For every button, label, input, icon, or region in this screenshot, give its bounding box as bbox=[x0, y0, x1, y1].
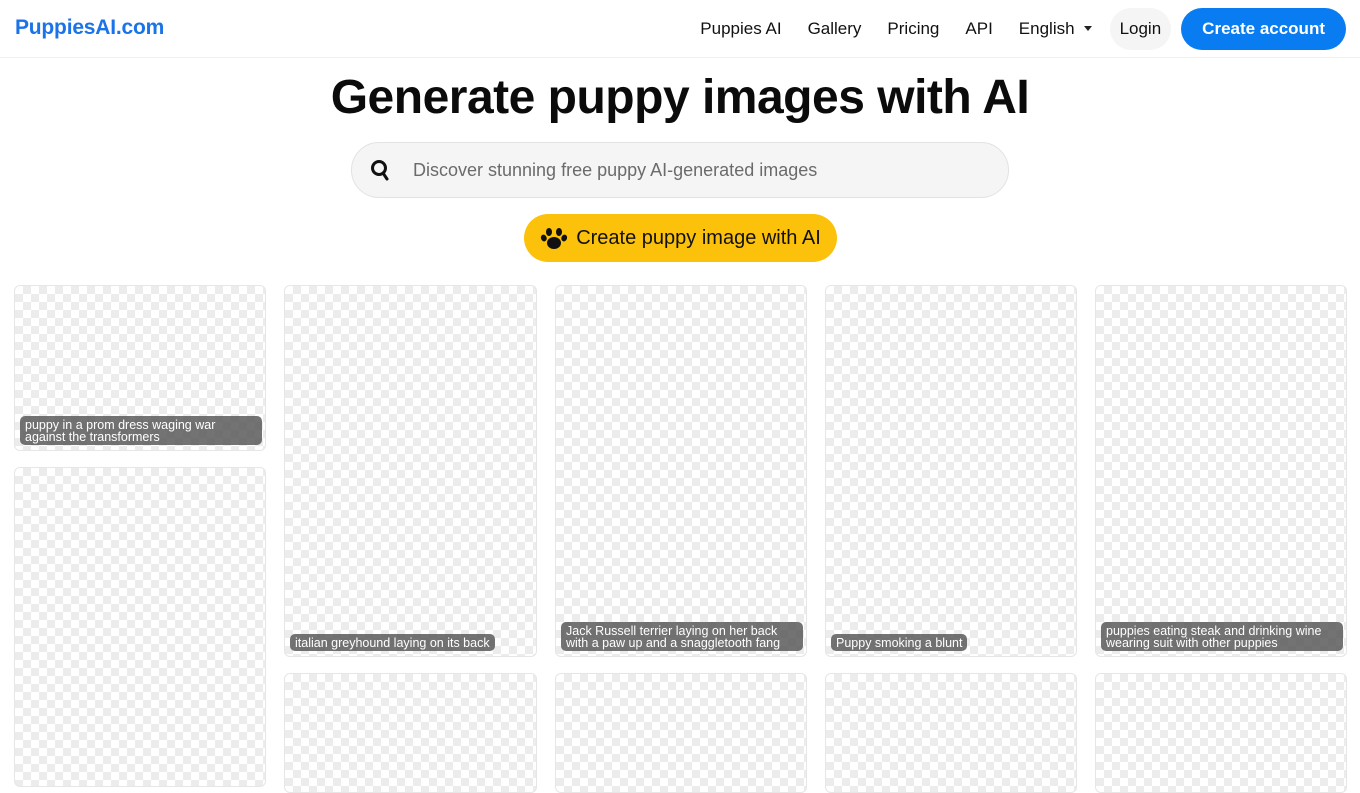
gallery-card[interactable] bbox=[284, 673, 537, 793]
brand-logo[interactable]: PuppiesAI.com bbox=[15, 16, 164, 40]
language-dropdown[interactable]: English bbox=[1019, 19, 1092, 39]
gallery-card[interactable] bbox=[825, 673, 1077, 793]
create-puppy-image-button[interactable]: Create puppy image with AI bbox=[524, 214, 837, 262]
gallery-card[interactable]: Jack Russell terrier laying on her back … bbox=[555, 285, 807, 657]
gallery-card[interactable]: italian greyhound laying on its back bbox=[284, 285, 537, 657]
search-input[interactable] bbox=[413, 159, 973, 181]
nav-link-api[interactable]: API bbox=[965, 19, 992, 39]
nav-link-puppies-ai[interactable]: Puppies AI bbox=[700, 19, 781, 39]
navbar: PuppiesAI.com Puppies AI Gallery Pricing… bbox=[0, 0, 1360, 58]
image-caption: puppy in a prom dress waging war against… bbox=[20, 416, 262, 445]
cta-label: Create puppy image with AI bbox=[576, 226, 821, 249]
nav-links: Puppies AI Gallery Pricing API English L… bbox=[700, 8, 1346, 50]
gallery-card[interactable] bbox=[555, 673, 807, 793]
login-button[interactable]: Login bbox=[1109, 8, 1172, 50]
image-caption: italian greyhound laying on its back bbox=[290, 634, 495, 651]
paw-icon bbox=[541, 228, 568, 249]
nav-link-gallery[interactable]: Gallery bbox=[808, 19, 862, 39]
page-title: Generate puppy images with AI bbox=[330, 71, 1030, 124]
image-caption: Puppy smoking a blunt bbox=[831, 634, 968, 651]
gallery-card[interactable]: puppies eating steak and drinking wine w… bbox=[1095, 285, 1347, 657]
gallery-card[interactable] bbox=[14, 467, 266, 787]
gallery-card[interactable] bbox=[1095, 673, 1347, 793]
caret-down-icon bbox=[1083, 25, 1092, 31]
image-caption: puppies eating steak and drinking wine w… bbox=[1101, 622, 1343, 651]
search-icon bbox=[370, 159, 390, 181]
search-bar[interactable] bbox=[351, 142, 1009, 198]
gallery-card[interactable]: puppy in a prom dress waging war against… bbox=[14, 285, 266, 451]
gallery-card[interactable]: Puppy smoking a blunt bbox=[825, 285, 1077, 657]
create-account-button[interactable]: Create account bbox=[1181, 8, 1346, 50]
nav-link-pricing[interactable]: Pricing bbox=[887, 19, 939, 39]
image-caption: Jack Russell terrier laying on her back … bbox=[561, 622, 803, 651]
language-label: English bbox=[1018, 19, 1075, 38]
